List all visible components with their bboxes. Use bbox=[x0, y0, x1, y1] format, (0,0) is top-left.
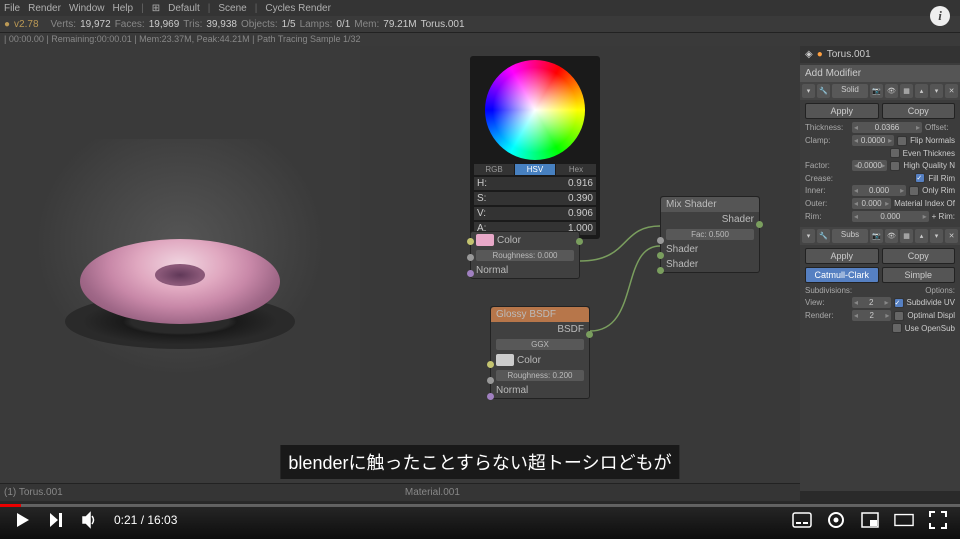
youtube-controls: 0:21 / 16:03 bbox=[0, 501, 960, 539]
active-object: Torus.001 bbox=[421, 19, 465, 30]
viewport-3d[interactable] bbox=[0, 46, 360, 491]
theater-icon[interactable] bbox=[894, 510, 914, 530]
edit-vis-icon[interactable]: ▦ bbox=[900, 229, 913, 243]
opensubdiv-check[interactable] bbox=[892, 323, 902, 333]
editor-footer: (1) Torus.001 Material.001 bbox=[0, 483, 800, 501]
volume-icon[interactable] bbox=[80, 510, 100, 530]
rendered-donut bbox=[65, 239, 295, 349]
stat-verts: 19,972 bbox=[80, 19, 111, 30]
stat-mem: 79.21M bbox=[383, 19, 416, 30]
props-breadcrumb: ◈ ● Torus.001 bbox=[800, 46, 960, 63]
apply-button[interactable]: Apply bbox=[805, 103, 879, 119]
tab-rgb[interactable]: RGB bbox=[474, 164, 514, 175]
fill-rim-check[interactable] bbox=[915, 173, 925, 183]
menu-render[interactable]: Render bbox=[28, 3, 61, 14]
up-icon[interactable]: ▴ bbox=[915, 84, 928, 98]
apply-button[interactable]: Apply bbox=[805, 248, 879, 264]
cube-icon: ◈ bbox=[805, 49, 813, 60]
menu-window[interactable]: Window bbox=[69, 3, 105, 14]
close-icon[interactable]: ✕ bbox=[945, 84, 958, 98]
subdivide-uv-check[interactable] bbox=[894, 298, 904, 308]
subdiv-render[interactable]: 2 bbox=[852, 310, 891, 321]
expand-icon[interactable]: ▾ bbox=[802, 229, 815, 243]
stat-tris: 39,938 bbox=[206, 19, 237, 30]
menu-file[interactable]: File bbox=[4, 3, 20, 14]
flip-normals-check[interactable] bbox=[897, 136, 907, 146]
clamp-field[interactable]: 0.0000 bbox=[852, 135, 894, 146]
wrench-icon: 🔧 bbox=[817, 229, 830, 243]
only-rim-check[interactable] bbox=[909, 186, 919, 196]
settings-icon[interactable] bbox=[826, 510, 846, 530]
copy-button[interactable]: Copy bbox=[882, 248, 956, 264]
subdiv-view[interactable]: 2 bbox=[852, 297, 891, 308]
down-icon[interactable]: ▾ bbox=[930, 229, 943, 243]
stat-lamps: 0/1 bbox=[336, 19, 350, 30]
node-color-socket[interactable]: Color Roughness: 0.000 Normal bbox=[470, 231, 580, 279]
scene-select[interactable]: Scene bbox=[218, 3, 246, 14]
subtitle-caption: blenderに触ったことすらない超トーシロどもが bbox=[280, 445, 679, 479]
up-icon[interactable]: ▴ bbox=[915, 229, 928, 243]
menu-help[interactable]: Help bbox=[113, 3, 134, 14]
glossy-roughness[interactable]: Roughness: 0.200 bbox=[496, 370, 584, 381]
slider-s[interactable]: S:0.390 bbox=[474, 192, 596, 205]
render-vis-icon[interactable]: 📷 bbox=[870, 229, 883, 243]
hq-normals-check[interactable] bbox=[890, 161, 900, 171]
play-icon[interactable] bbox=[12, 510, 32, 530]
even-thickness-check[interactable] bbox=[890, 148, 900, 158]
edit-vis-icon[interactable]: ▦ bbox=[900, 84, 913, 98]
color-picker[interactable]: RGB HSV Hex H:0.916 S:0.390 V:0.906 A:1.… bbox=[470, 56, 600, 239]
node-glossy-bsdf[interactable]: Glossy BSDF BSDF GGX Color Roughness: 0.… bbox=[490, 306, 590, 399]
mix-fac[interactable]: Fac: 0.500 bbox=[666, 229, 754, 240]
time-display: 0:21 / 16:03 bbox=[114, 513, 177, 527]
copy-button[interactable]: Copy bbox=[882, 103, 956, 119]
slider-v[interactable]: V:0.906 bbox=[474, 207, 596, 220]
expand-icon[interactable]: ▾ bbox=[802, 84, 815, 98]
color-wheel[interactable] bbox=[485, 60, 585, 160]
outer-field[interactable]: 0.000 bbox=[852, 198, 891, 209]
layout-select[interactable]: Default bbox=[168, 3, 200, 14]
wrench-icon: 🔧 bbox=[817, 84, 830, 98]
modifier-solidify-header[interactable]: ▾ 🔧 Solid 📷 👁 ▦ ▴ ▾ ✕ bbox=[800, 82, 960, 100]
factor-field[interactable]: 0.0000 bbox=[852, 160, 887, 171]
optimal-display-check[interactable] bbox=[894, 311, 904, 321]
render-vis-icon[interactable]: 📷 bbox=[870, 84, 883, 98]
slot-label: (1) Torus.001 bbox=[4, 487, 63, 498]
render-status: | 00:00.00 | Remaining:00:00.01 | Mem:23… bbox=[0, 32, 960, 46]
down-icon[interactable]: ▾ bbox=[930, 84, 943, 98]
tab-hex[interactable]: Hex bbox=[556, 164, 596, 175]
thickness-field[interactable]: 0.0366 bbox=[852, 122, 922, 133]
node-material-name: Material.001 bbox=[405, 487, 460, 498]
eye-icon[interactable]: 👁 bbox=[885, 84, 898, 98]
eye-icon[interactable]: 👁 bbox=[885, 229, 898, 243]
tab-hsv[interactable]: HSV bbox=[515, 164, 555, 175]
node-mix-shader[interactable]: Mix Shader Shader Fac: 0.500 Shader Shad… bbox=[660, 196, 760, 273]
stat-faces: 19,969 bbox=[149, 19, 180, 30]
distribution-select[interactable]: GGX bbox=[496, 339, 584, 350]
miniplayer-icon[interactable] bbox=[860, 510, 880, 530]
rim-field[interactable]: 0.000 bbox=[852, 211, 929, 222]
close-icon[interactable]: ✕ bbox=[945, 229, 958, 243]
color-swatch[interactable] bbox=[476, 234, 494, 246]
node-editor[interactable]: RGB HSV Hex H:0.916 S:0.390 V:0.906 A:1.… bbox=[360, 46, 800, 491]
info-badge-icon[interactable]: i bbox=[930, 6, 950, 26]
stat-objects: 1/5 bbox=[282, 19, 296, 30]
next-icon[interactable] bbox=[46, 510, 66, 530]
version: v2.78 bbox=[14, 19, 38, 30]
top-menu-bar: File Render Window Help | ⊞ Default | Sc… bbox=[0, 0, 960, 16]
roughness-field[interactable]: Roughness: 0.000 bbox=[476, 250, 574, 261]
catmull-clark-button[interactable]: Catmull-Clark bbox=[805, 267, 879, 283]
layouts-icon[interactable]: ⊞ bbox=[152, 3, 160, 14]
modifier-subsurf-header[interactable]: ▾ 🔧 Subs 📷 👁 ▦ ▴ ▾ ✕ bbox=[800, 227, 960, 245]
properties-panel: ◈ ● Torus.001 Add Modifier ▾ 🔧 Solid 📷 👁… bbox=[800, 46, 960, 491]
engine-select[interactable]: Cycles Render bbox=[265, 3, 331, 14]
subtitles-icon[interactable] bbox=[792, 510, 812, 530]
simple-button[interactable]: Simple bbox=[882, 267, 956, 283]
add-modifier-button[interactable]: Add Modifier bbox=[800, 65, 960, 82]
fullscreen-icon[interactable] bbox=[928, 510, 948, 530]
status-bar: ●v2.78 Verts:19,972 Faces:19,969 Tris:39… bbox=[0, 16, 960, 32]
inner-field[interactable]: 0.000 bbox=[852, 185, 906, 196]
slider-h[interactable]: H:0.916 bbox=[474, 177, 596, 190]
